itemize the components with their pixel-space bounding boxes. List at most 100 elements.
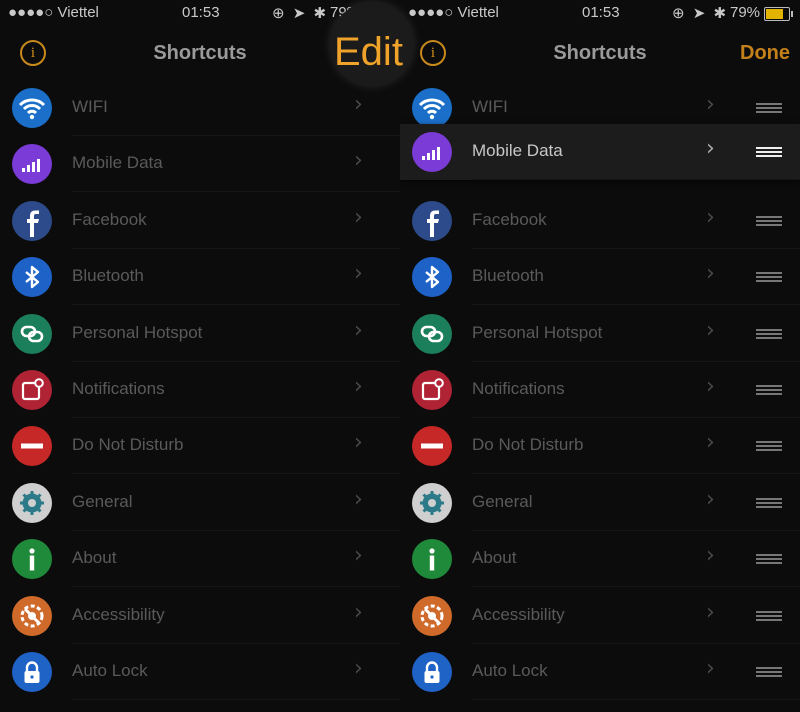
shortcut-row-accessibility[interactable]: Accessibility ›: [0, 588, 400, 644]
shortcut-row-facebook[interactable]: Facebook ›: [0, 193, 400, 249]
shortcut-row-personal-hotspot[interactable]: Personal Hotspot ›: [400, 306, 800, 362]
wifi-icon: [412, 88, 452, 128]
reorder-handle-icon[interactable]: [756, 147, 782, 157]
chevron-right-icon: ›: [354, 317, 363, 343]
chevron-right-icon: ›: [706, 543, 715, 569]
reorder-handle-icon[interactable]: [756, 328, 782, 339]
info-icon: [412, 539, 452, 580]
shortcut-label: Personal Hotspot: [72, 322, 203, 342]
chevron-right-icon: ›: [354, 543, 363, 569]
chevron-right-icon: ›: [354, 92, 363, 117]
info-icon: [12, 539, 52, 580]
chevron-right-icon: ›: [706, 599, 715, 625]
shortcut-row-do-not-disturb[interactable]: Do Not Disturb ›: [400, 418, 800, 475]
shortcut-row-auto-lock[interactable]: Auto Lock ›: [400, 644, 800, 700]
shortcut-row-bluetooth[interactable]: Bluetooth ›: [400, 249, 800, 306]
battery-icon: [764, 7, 793, 21]
reorder-handle-icon[interactable]: [756, 385, 782, 395]
shortcut-row-notifications[interactable]: Notifications ›: [0, 362, 400, 418]
shortcut-row-wifi[interactable]: WIFI ›: [0, 80, 400, 136]
edit-button[interactable]: Edit: [334, 30, 403, 75]
nav-bar: i Shortcuts Done: [400, 28, 800, 80]
status-time: 01:53: [582, 4, 620, 21]
chevron-right-icon: ›: [354, 148, 363, 174]
shortcut-row-accessibility[interactable]: Accessibility ›: [400, 588, 800, 644]
chevron-right-icon: ›: [354, 599, 363, 625]
shortcut-label: Personal Hotspot: [472, 322, 603, 342]
reorder-handle-icon[interactable]: [756, 554, 782, 565]
shortcut-row-about[interactable]: About ›: [400, 531, 800, 588]
shortcut-row-auto-lock[interactable]: Auto Lock ›: [0, 644, 400, 700]
shortcut-label: Facebook: [72, 209, 147, 229]
do-not-disturb-icon: [12, 426, 52, 467]
do-not-disturb-icon: [412, 426, 452, 467]
gear-icon: [412, 482, 452, 523]
shortcut-label: General: [472, 491, 533, 511]
shortcut-label: Do Not Disturb: [72, 435, 184, 455]
reorder-handle-icon[interactable]: [756, 610, 782, 621]
shortcut-row-personal-hotspot[interactable]: Personal Hotspot ›: [0, 306, 400, 362]
carrier-label: ●●●●○ Viettel: [8, 4, 99, 21]
shortcut-row-mobile-data[interactable]: Mobile Data ›: [400, 124, 800, 180]
chevron-right-icon: ›: [354, 656, 363, 681]
shortcut-row-facebook[interactable]: Facebook ›: [400, 193, 800, 249]
status-bar: ●●●●○ Viettel 01:53 ⊕ ➤ ✱ 79%: [400, 0, 800, 28]
shortcut-label: Notifications: [72, 379, 165, 398]
reorder-handle-icon[interactable]: [756, 497, 782, 508]
shortcut-row-about[interactable]: About ›: [0, 531, 400, 588]
row-separator: [472, 699, 800, 700]
shortcut-label: Accessibility: [472, 604, 565, 624]
shortcut-row-mobile-data[interactable]: Mobile Data ›: [0, 136, 400, 193]
mobile-data-icon: [12, 144, 52, 185]
facebook-icon: [12, 200, 52, 241]
notifications-icon: [12, 370, 52, 410]
chevron-right-icon: ›: [706, 92, 715, 117]
chevron-right-icon: ›: [706, 430, 715, 456]
status-icons: ⊕ ➤ ✱: [272, 5, 329, 22]
hotspot-icon: [412, 313, 452, 354]
shortcut-row-do-not-disturb[interactable]: Do Not Disturb ›: [0, 418, 400, 475]
shortcut-label: Mobile Data: [72, 153, 163, 173]
shortcut-label: Bluetooth: [472, 266, 544, 286]
shortcut-row-general[interactable]: General ›: [0, 475, 400, 531]
chevron-right-icon: ›: [706, 374, 715, 399]
shortcuts-list-normal: ●●●●○ Viettel 01:53 ⊕ ➤ ✱ 79% i Shortcut…: [0, 0, 400, 712]
bluetooth-icon: [412, 257, 452, 298]
reorder-handle-icon[interactable]: [756, 215, 782, 226]
shortcut-row-general[interactable]: General ›: [400, 475, 800, 531]
shortcut-label: Accessibility: [72, 604, 165, 624]
shortcut-label: Facebook: [472, 209, 547, 229]
shortcut-row-notifications[interactable]: Notifications ›: [400, 362, 800, 418]
shortcuts-list-edit: ●●●●○ Viettel 01:53 ⊕ ➤ ✱ 79% i Shortcut…: [400, 0, 800, 712]
reorder-handle-icon[interactable]: [756, 103, 782, 113]
shortcut-row-bluetooth[interactable]: Bluetooth ›: [0, 249, 400, 306]
chevron-right-icon: ›: [706, 204, 715, 230]
chevron-right-icon: ›: [706, 317, 715, 343]
shortcut-label: About: [72, 548, 117, 568]
row-separator: [72, 699, 400, 700]
accessibility-icon: [12, 595, 52, 636]
chevron-right-icon: ›: [706, 656, 715, 681]
notifications-icon: [412, 370, 452, 410]
chevron-right-icon: ›: [706, 136, 715, 161]
shortcut-label: Notifications: [472, 379, 565, 398]
shortcut-label: Do Not Disturb: [472, 435, 584, 455]
carrier-label: ●●●●○ Viettel: [408, 4, 499, 21]
shortcut-label: About: [472, 548, 517, 568]
done-button[interactable]: Done: [740, 42, 790, 65]
chevron-right-icon: ›: [354, 261, 363, 287]
chevron-right-icon: ›: [354, 430, 363, 456]
shortcut-label: General: [72, 491, 133, 511]
chevron-right-icon: ›: [354, 374, 363, 399]
reorder-handle-icon[interactable]: [756, 441, 782, 452]
accessibility-icon: [412, 595, 452, 636]
lock-icon: [412, 652, 452, 692]
hotspot-icon: [12, 313, 52, 354]
reorder-handle-icon[interactable]: [756, 667, 782, 677]
reorder-handle-icon[interactable]: [756, 272, 782, 283]
shortcut-label: Mobile Data: [472, 141, 563, 160]
chevron-right-icon: ›: [706, 486, 715, 512]
facebook-icon: [412, 200, 452, 241]
shortcut-label: WIFI: [72, 97, 108, 116]
chevron-right-icon: ›: [354, 204, 363, 230]
